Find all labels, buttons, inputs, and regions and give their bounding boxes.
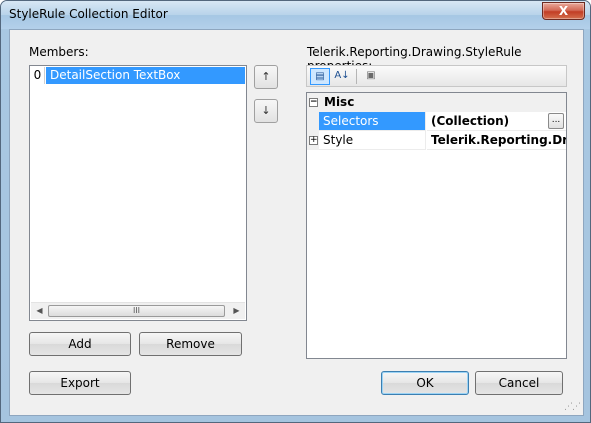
- ok-button[interactable]: OK: [381, 371, 469, 395]
- ellipsis-button[interactable]: ...: [548, 113, 564, 129]
- close-button[interactable]: X: [542, 2, 585, 20]
- property-name[interactable]: Style: [319, 131, 426, 150]
- member-label: DetailSection TextBox: [46, 67, 245, 84]
- window-title: StyleRule Collection Editor: [9, 7, 168, 21]
- resize-grip-icon[interactable]: ⋰⋰: [564, 402, 581, 412]
- scroll-right-icon[interactable]: ▶: [228, 303, 245, 319]
- title-bar[interactable]: StyleRule Collection Editor X: [1, 1, 590, 29]
- expand-icon[interactable]: +: [309, 136, 318, 145]
- row-gutter: [307, 112, 319, 131]
- property-row-selectors[interactable]: Selectors (Collection) ...: [307, 112, 566, 131]
- member-index: 0: [31, 67, 45, 84]
- property-pages-icon[interactable]: ▣: [361, 68, 381, 85]
- categorized-icon[interactable]: ▤: [310, 68, 330, 85]
- scroll-left-icon[interactable]: ◀: [31, 303, 48, 319]
- alphabetical-sort-icon[interactable]: A↓: [332, 68, 352, 85]
- property-name[interactable]: Selectors: [319, 112, 426, 131]
- export-button[interactable]: Export: [29, 371, 131, 395]
- category-row-misc[interactable]: − Misc: [307, 93, 566, 112]
- move-down-button[interactable]: ↓: [254, 99, 278, 123]
- property-value[interactable]: (Collection) ...: [427, 112, 566, 131]
- property-row-style[interactable]: + Style Telerik.Reporting.Drawi: [307, 131, 566, 150]
- arrow-up-icon: ↑: [261, 70, 271, 83]
- scroll-thumb[interactable]: III: [48, 305, 225, 317]
- arrow-down-icon: ↓: [261, 104, 271, 117]
- property-value[interactable]: Telerik.Reporting.Drawi: [427, 131, 566, 150]
- property-grid[interactable]: − Misc Selectors (Collection) ... + Styl…: [306, 92, 567, 359]
- members-list[interactable]: 0 DetailSection TextBox ◀ III ▶: [29, 65, 247, 321]
- members-label: Members:: [29, 45, 89, 59]
- move-up-button[interactable]: ↑: [254, 65, 278, 89]
- category-name: Misc: [324, 95, 355, 109]
- dialog-client-area: Members: 0 DetailSection TextBox ◀ III ▶…: [9, 29, 584, 416]
- list-item[interactable]: 0 DetailSection TextBox: [31, 67, 245, 84]
- property-grid-toolbar: ▤ A↓ ▣: [306, 65, 567, 87]
- dialog-window: StyleRule Collection Editor X Members: 0…: [0, 0, 591, 423]
- property-value-text: (Collection): [431, 114, 510, 128]
- cancel-button[interactable]: Cancel: [475, 371, 563, 395]
- add-button[interactable]: Add: [29, 332, 131, 356]
- remove-button[interactable]: Remove: [139, 332, 242, 356]
- members-horizontal-scrollbar[interactable]: ◀ III ▶: [31, 302, 245, 319]
- collapse-icon[interactable]: −: [309, 98, 318, 107]
- toolbar-separator: [356, 69, 357, 84]
